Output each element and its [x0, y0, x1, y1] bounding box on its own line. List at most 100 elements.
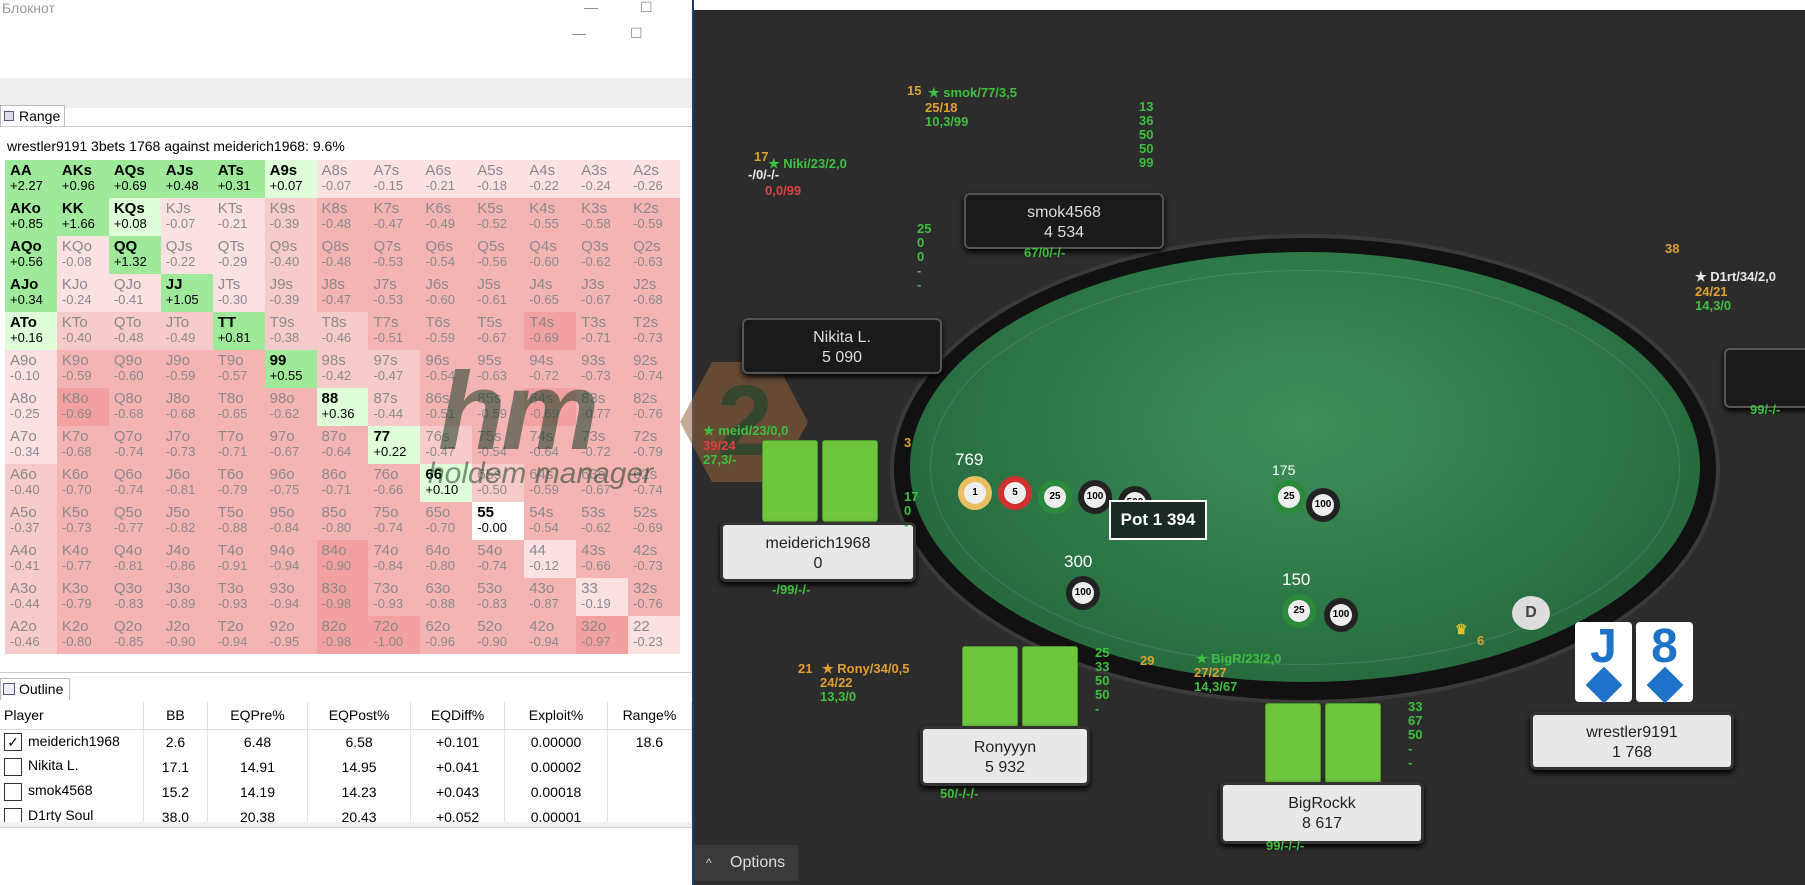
- range-cell[interactable]: 64o -0.80: [420, 540, 473, 578]
- range-cell[interactable]: J7o -0.73: [160, 426, 213, 464]
- hud-stat[interactable]: 39/24: [703, 439, 736, 453]
- range-cell[interactable]: Q3s -0.62: [576, 236, 629, 274]
- range-cell[interactable]: KJo -0.24: [56, 274, 109, 312]
- range-cell[interactable]: K7o -0.68: [56, 426, 109, 464]
- hud-stat[interactable]: 17 0 -: [904, 490, 918, 532]
- range-cell[interactable]: KTo -0.40: [56, 312, 109, 350]
- range-cell[interactable]: A8s -0.07: [316, 160, 369, 198]
- range-cell[interactable]: T7s -0.51: [368, 312, 421, 350]
- range-cell[interactable]: Q7s -0.53: [368, 236, 421, 274]
- range-cell[interactable]: K2s -0.59: [628, 198, 680, 236]
- range-cell[interactable]: Q4o -0.81: [108, 540, 161, 578]
- hud-stat[interactable]: 27/27: [1194, 666, 1227, 680]
- range-cell[interactable]: A6o -0.40: [5, 464, 57, 502]
- range-cell[interactable]: T7o -0.71: [212, 426, 265, 464]
- range-cell[interactable]: Q2s -0.63: [628, 236, 680, 274]
- range-cell[interactable]: 73o -0.93: [368, 578, 421, 616]
- range-cell[interactable]: AJs +0.48: [160, 160, 213, 198]
- table-row[interactable]: ✓ meiderich1968 2.6 6.48 6.58 +0.101 0.00000 18…: [0, 729, 692, 754]
- hud-stat[interactable]: 27,3/-: [703, 453, 736, 467]
- range-cell[interactable]: 98o -0.62: [264, 388, 317, 426]
- range-cell[interactable]: ATs +0.31: [212, 160, 265, 198]
- range-cell[interactable]: JTo -0.49: [160, 312, 213, 350]
- range-cell[interactable]: QJs -0.22: [160, 236, 213, 274]
- range-cell[interactable]: 96o -0.75: [264, 464, 317, 502]
- hud-stat[interactable]: 0,0/99: [765, 184, 801, 198]
- minimize-button[interactable]: —: [584, 0, 598, 14]
- hud-stat[interactable]: 25 0 0 - -: [917, 222, 931, 292]
- range-cell[interactable]: J9s -0.39: [264, 274, 317, 312]
- range-cell[interactable]: KJs -0.07: [160, 198, 213, 236]
- range-cell[interactable]: K4o -0.77: [56, 540, 109, 578]
- hud-stat[interactable]: 99/-/-: [1750, 403, 1780, 417]
- range-cell[interactable]: A3o -0.44: [5, 578, 57, 616]
- hud-stat[interactable]: 14,3/0: [1695, 299, 1731, 313]
- range-cell[interactable]: A4o -0.41: [5, 540, 57, 578]
- range-cell[interactable]: K6o -0.70: [56, 464, 109, 502]
- range-cell[interactable]: 52o -0.90: [472, 616, 525, 654]
- seat-ronyyyn[interactable]: Ronyyyn 5 932: [920, 726, 1090, 786]
- range-cell[interactable]: 85o -0.80: [316, 502, 369, 540]
- hud-stat[interactable]: 21: [798, 662, 812, 676]
- range-cell[interactable]: 53s -0.62: [576, 502, 629, 540]
- range-cell[interactable]: 42o -0.94: [524, 616, 577, 654]
- seat-d1rty[interactable]: [1724, 348, 1805, 408]
- range-cell[interactable]: K3o -0.79: [56, 578, 109, 616]
- seat-wrestler[interactable]: wrestler9191 1 768: [1530, 712, 1734, 770]
- range-cell[interactable]: 76o -0.66: [368, 464, 421, 502]
- range-cell[interactable]: T9s -0.38: [264, 312, 317, 350]
- range-cell[interactable]: T6o -0.79: [212, 464, 265, 502]
- range-cell[interactable]: T8s -0.46: [316, 312, 369, 350]
- column-header[interactable]: BB: [143, 702, 208, 730]
- range-cell[interactable]: J3o -0.89: [160, 578, 213, 616]
- range-cell[interactable]: 74o -0.84: [368, 540, 421, 578]
- range-cell[interactable]: A9o -0.10: [5, 350, 57, 388]
- hud-stat[interactable]: ★ Niki/23/2,0: [768, 157, 847, 171]
- range-cell[interactable]: A6s -0.21: [420, 160, 473, 198]
- range-cell[interactable]: 84o -0.90: [316, 540, 369, 578]
- range-cell[interactable]: KQo -0.08: [56, 236, 109, 274]
- range-cell[interactable]: Q8o -0.68: [108, 388, 161, 426]
- range-cell[interactable]: 82s -0.76: [628, 388, 680, 426]
- range-cell[interactable]: 97s -0.47: [368, 350, 421, 388]
- maximize-button-2[interactable]: ☐: [630, 26, 643, 40]
- range-cell[interactable]: AQo +0.56: [5, 236, 57, 274]
- range-cell[interactable]: J6s -0.60: [420, 274, 473, 312]
- range-cell[interactable]: AA +2.27: [5, 160, 57, 198]
- range-cell[interactable]: 53o -0.83: [472, 578, 525, 616]
- range-cell[interactable]: 97o -0.67: [264, 426, 317, 464]
- seat-smok[interactable]: smok4568 4 534: [964, 193, 1164, 249]
- hud-stat[interactable]: 25 33 50 50 -: [1095, 646, 1109, 716]
- player-checkbox[interactable]: [4, 782, 22, 801]
- hud-stat[interactable]: 25/18: [925, 101, 958, 115]
- range-cell[interactable]: 98s -0.42: [316, 350, 369, 388]
- hud-stat[interactable]: 67/0/-/-: [1024, 246, 1065, 260]
- column-header[interactable]: EQPre%: [207, 702, 309, 730]
- range-cell[interactable]: JJ +1.05: [160, 274, 213, 312]
- hud-stat[interactable]: -/99/-/-: [772, 583, 810, 597]
- range-cell[interactable]: T3s -0.71: [576, 312, 629, 350]
- minimize-button-2[interactable]: —: [572, 26, 586, 40]
- range-cell[interactable]: 92o -0.95: [264, 616, 317, 654]
- range-cell[interactable]: AJo +0.34: [5, 274, 57, 312]
- range-cell[interactable]: JTs -0.30: [212, 274, 265, 312]
- range-cell[interactable]: Q6s -0.54: [420, 236, 473, 274]
- range-cell[interactable]: AKo +0.85: [5, 198, 57, 236]
- range-cell[interactable]: Q4s -0.60: [524, 236, 577, 274]
- hud-stat[interactable]: 24/22: [820, 676, 853, 690]
- hud-stat[interactable]: 38: [1665, 242, 1679, 256]
- player-checkbox[interactable]: ✓: [4, 732, 22, 751]
- range-cell[interactable]: A7s -0.15: [368, 160, 421, 198]
- range-cell[interactable]: 75o -0.74: [368, 502, 421, 540]
- options-button[interactable]: ^ Options: [694, 845, 798, 881]
- range-cell[interactable]: K5s -0.52: [472, 198, 525, 236]
- hud-stat[interactable]: 17: [754, 150, 768, 164]
- range-cell[interactable]: Q3o -0.83: [108, 578, 161, 616]
- hud-stat[interactable]: 14,3/67: [1194, 680, 1237, 694]
- range-cell[interactable]: Q5s -0.56: [472, 236, 525, 274]
- range-cell[interactable]: 54o -0.74: [472, 540, 525, 578]
- range-cell[interactable]: 62o -0.96: [420, 616, 473, 654]
- range-cell[interactable]: 32s -0.76: [628, 578, 680, 616]
- hud-stat[interactable]: 50/-/-/-: [940, 787, 978, 801]
- hud-stat[interactable]: 3: [904, 436, 911, 450]
